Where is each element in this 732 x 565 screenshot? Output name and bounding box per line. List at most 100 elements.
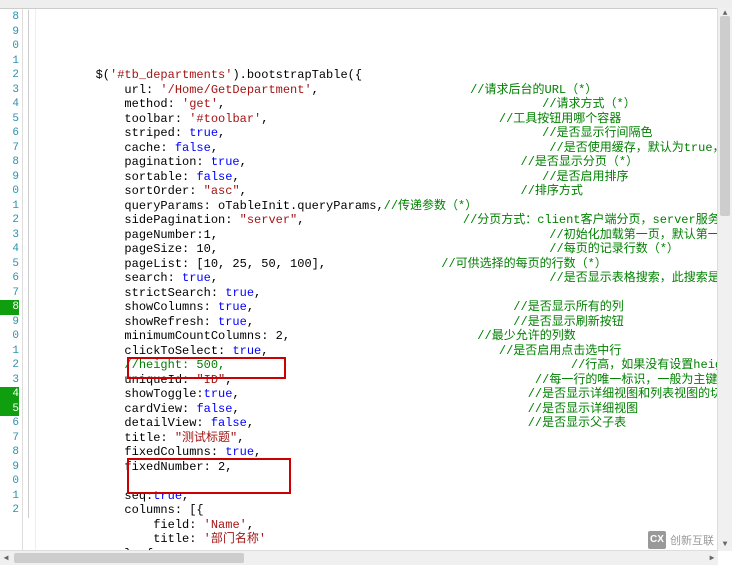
fold-guide xyxy=(23,474,35,489)
line-number: 2 xyxy=(0,213,19,228)
fold-guide xyxy=(23,315,35,330)
vertical-scroll-thumb[interactable] xyxy=(720,16,730,216)
code-line[interactable]: uniqueId: "ID", //每一行的唯一标识，一般为主键列 xyxy=(38,373,732,388)
line-number: 4 xyxy=(0,387,19,402)
line-number: 4 xyxy=(0,242,19,257)
fold-guide xyxy=(23,68,35,83)
fold-guide xyxy=(23,10,35,25)
line-number: 6 xyxy=(0,416,19,431)
code-line[interactable]: clickToSelect: true, //是否启用点击选中行 xyxy=(38,344,732,359)
code-line[interactable]: sidePagination: "server", //分页方式：client客… xyxy=(38,213,732,228)
code-line[interactable]: sortOrder: "asc", //排序方式 xyxy=(38,184,732,199)
line-number: 7 xyxy=(0,431,19,446)
code-line[interactable] xyxy=(38,474,732,489)
code-line[interactable]: sortable: false, //是否启用排序 xyxy=(38,170,732,185)
line-number: 4 xyxy=(0,97,19,112)
fold-guide xyxy=(23,445,35,460)
code-line[interactable]: queryParams: oTableInit.queryParams,//传递… xyxy=(38,199,732,214)
fold-guide xyxy=(23,489,35,504)
fold-guide xyxy=(23,184,35,199)
code-editor[interactable]: 89012345678901234567890123456789012 $('#… xyxy=(0,9,732,552)
line-number: 5 xyxy=(0,257,19,272)
code-line[interactable]: striped: true, //是否显示行间隔色 xyxy=(38,126,732,141)
line-number: 0 xyxy=(0,184,19,199)
fold-guide xyxy=(23,155,35,170)
fold-guide xyxy=(23,25,35,40)
line-number: 1 xyxy=(0,199,19,214)
fold-guide xyxy=(23,83,35,98)
fold-guide xyxy=(23,373,35,388)
fold-guide xyxy=(23,97,35,112)
code-line[interactable]: detailView: false, //是否显示父子表 xyxy=(38,416,732,431)
line-number-gutter: 89012345678901234567890123456789012 xyxy=(0,9,23,552)
code-line[interactable]: fixedNumber: 2, xyxy=(38,460,732,475)
horizontal-scroll-thumb[interactable] xyxy=(14,553,244,563)
fold-column xyxy=(23,9,36,552)
line-number: 1 xyxy=(0,489,19,504)
fold-guide xyxy=(23,503,35,518)
fold-guide xyxy=(23,39,35,54)
line-number: 5 xyxy=(0,402,19,417)
line-number: 0 xyxy=(0,474,19,489)
code-line[interactable]: columns: [{ xyxy=(38,503,732,518)
line-number: 2 xyxy=(0,68,19,83)
fold-guide xyxy=(23,358,35,373)
code-line[interactable]: pageSize: 10, //每页的记录行数（*） xyxy=(38,242,732,257)
line-number: 9 xyxy=(0,460,19,475)
code-line[interactable]: title: '部门名称' xyxy=(38,532,732,547)
code-line[interactable]: pageList: [10, 25, 50, 100], //可供选择的每页的行… xyxy=(38,257,732,272)
horizontal-scrollbar[interactable]: ◀ ▶ xyxy=(0,550,718,565)
scroll-right-icon[interactable]: ▶ xyxy=(706,553,718,563)
line-number: 3 xyxy=(0,83,19,98)
code-line[interactable]: $('#tb_departments').bootstrapTable({ xyxy=(38,68,732,83)
code-line[interactable]: seq:true, xyxy=(38,489,732,504)
line-number: 3 xyxy=(0,373,19,388)
line-number: 7 xyxy=(0,286,19,301)
code-line[interactable]: url: '/Home/GetDepartment', //请求后台的URL（*… xyxy=(38,83,732,98)
vertical-scrollbar[interactable]: ▲ ▼ xyxy=(717,8,732,551)
fold-guide xyxy=(23,228,35,243)
line-number: 2 xyxy=(0,503,19,518)
fold-guide xyxy=(23,170,35,185)
fold-guide xyxy=(23,286,35,301)
line-number: 9 xyxy=(0,25,19,40)
line-number: 0 xyxy=(0,329,19,344)
line-number: 8 xyxy=(0,10,19,25)
code-line[interactable]: field: 'Name', xyxy=(38,518,732,533)
code-line[interactable]: search: true, //是否显示表格搜索，此搜索是客户端搜索，不会进服务… xyxy=(38,271,732,286)
code-line[interactable]: method: 'get', //请求方式（*） xyxy=(38,97,732,112)
fold-guide xyxy=(23,431,35,446)
code-line[interactable]: strictSearch: true, xyxy=(38,286,732,301)
line-number: 6 xyxy=(0,271,19,286)
line-number: 0 xyxy=(0,39,19,54)
fold-guide xyxy=(23,54,35,69)
code-line[interactable]: //height: 500, //行高，如果没有设置height属性，表格自动根… xyxy=(38,358,732,373)
fold-guide xyxy=(23,402,35,417)
code-line[interactable]: showColumns: true, //是否显示所有的列 xyxy=(38,300,732,315)
code-line[interactable]: toolbar: '#toolbar', //工具按钮用哪个容器 xyxy=(38,112,732,127)
scroll-left-icon[interactable]: ◀ xyxy=(0,553,12,563)
code-line[interactable]: showToggle:true, //是否显示详细视图和列表视图的切换按钮 xyxy=(38,387,732,402)
code-line[interactable]: fixedColumns: true, xyxy=(38,445,732,460)
code-line[interactable]: pagination: true, //是否显示分页（*） xyxy=(38,155,732,170)
fold-guide xyxy=(23,126,35,141)
code-line[interactable]: showRefresh: true, //是否显示刷新按钮 xyxy=(38,315,732,330)
fold-guide xyxy=(23,112,35,127)
code-line[interactable]: cache: false, //是否使用缓存，默认为true，所以一般情况下需要… xyxy=(38,141,732,156)
line-number: 9 xyxy=(0,170,19,185)
code-line[interactable]: minimumCountColumns: 2, //最少允许的列数 xyxy=(38,329,732,344)
fold-guide xyxy=(23,199,35,214)
code-line[interactable]: pageNumber:1, //初始化加载第一页，默认第一页 xyxy=(38,228,732,243)
fold-guide xyxy=(23,387,35,402)
fold-guide xyxy=(23,271,35,286)
code-line[interactable]: title: "测试标题", xyxy=(38,431,732,446)
fold-guide xyxy=(23,141,35,156)
code-area[interactable]: $('#tb_departments').bootstrapTable({ ur… xyxy=(36,9,732,552)
line-number: 3 xyxy=(0,228,19,243)
code-line[interactable]: cardView: false, //是否显示详细视图 xyxy=(38,402,732,417)
fold-guide xyxy=(23,257,35,272)
scroll-down-icon[interactable]: ▼ xyxy=(718,539,732,551)
line-number: 8 xyxy=(0,300,19,315)
fold-guide xyxy=(23,300,35,315)
fold-guide xyxy=(23,242,35,257)
